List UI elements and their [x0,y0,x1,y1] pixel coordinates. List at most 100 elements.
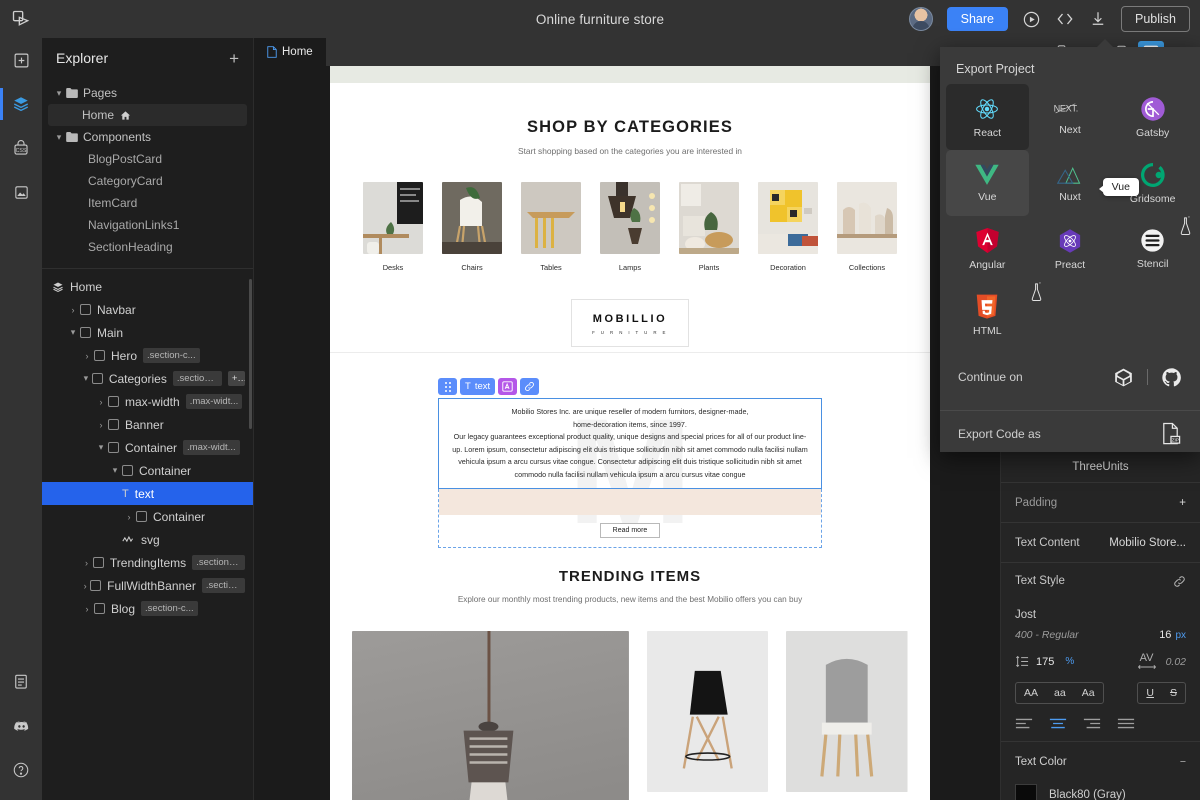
component-item[interactable]: BlogPostCard [42,148,253,170]
chevron-down-icon[interactable]: ▾ [108,465,122,476]
element-type-badge[interactable]: T text [460,378,496,395]
category-card[interactable]: Plants [679,182,739,272]
tree-group-components[interactable]: ▾ Components [42,126,253,148]
component-item[interactable]: NavigationLinks1 [42,214,253,236]
align-center-icon[interactable] [1049,718,1067,729]
layer-visibility-checkbox[interactable] [108,442,119,453]
chevron-right-icon[interactable]: › [80,351,94,361]
font-family-value[interactable]: Jost [1001,599,1200,623]
read-more-button[interactable]: Read more [599,522,661,538]
rail-item-assets[interactable] [0,170,42,214]
layer-node[interactable]: ▾ Container .max-widt... [42,436,253,459]
color-swatch[interactable] [1015,784,1037,800]
framework-angular[interactable]: Angular [946,216,1029,282]
layer-node[interactable]: › FullWidthBanner .section-c... [42,574,253,597]
rail-item-add-element[interactable] [0,38,42,82]
text-color-collapse-icon[interactable]: − [1180,756,1186,768]
layer-class-tag[interactable]: .section-c... [141,601,198,616]
text-style-icon[interactable] [498,378,518,395]
share-button[interactable]: Share [946,7,1008,31]
text-style-link-icon[interactable] [1173,575,1186,588]
framework-html[interactable]: HTML [946,282,1041,348]
framework-stencil[interactable]: Stencil [1111,216,1194,282]
play-circle-icon[interactable] [1022,10,1041,29]
link-icon[interactable] [520,378,540,395]
layer-class-tag[interactable]: .max-widt... [183,440,240,455]
layer-visibility-checkbox[interactable] [94,603,105,614]
layer-visibility-checkbox[interactable] [108,396,119,407]
chevron-right-icon[interactable]: › [80,604,94,614]
padding-add-icon[interactable]: + [1179,497,1186,509]
layer-class-tag[interactable]: .section-c... [172,371,222,386]
layer-node[interactable]: ▾ Container [42,459,253,482]
case-lowercase[interactable]: aa [1046,683,1074,703]
publish-button[interactable]: Publish [1121,6,1190,32]
layer-visibility-checkbox[interactable] [91,373,103,384]
layer-visibility-checkbox[interactable] [92,557,104,568]
line-height-value[interactable]: 175 [1036,656,1054,668]
layers-root[interactable]: Home [42,275,253,298]
align-justify-icon[interactable] [1117,718,1135,729]
component-item[interactable]: CategoryCard [42,170,253,192]
codesandbox-icon[interactable] [1113,367,1134,388]
rail-item-discord[interactable] [0,704,42,748]
layer-node[interactable]: › Hero .section-c... [42,344,253,367]
case-uppercase[interactable]: AA [1016,683,1046,703]
case-capitalize[interactable]: Aa [1074,683,1103,703]
trending-item-2[interactable] [786,631,908,800]
layer-visibility-checkbox[interactable] [80,327,91,338]
category-card[interactable]: Lamps [600,182,660,272]
font-weight-value[interactable]: 400 - Regular [1015,629,1079,641]
layer-class-tag[interactable]: .section-c... [192,555,245,570]
framework-preact[interactable]: Preact [1029,216,1112,282]
chevron-down-icon[interactable]: ▾ [80,373,92,384]
layer-node[interactable]: ▾ Categories .section-c... +1 [42,367,253,390]
framework-nuxt[interactable]: Vue Nuxt [1029,150,1139,216]
tab-home[interactable]: Home [254,38,326,66]
rail-item-help[interactable] [0,748,42,792]
rail-item-css-styles[interactable]: CSS [0,126,42,170]
tree-group-pages[interactable]: ▾ Pages [42,82,253,104]
chevron-right-icon[interactable]: › [80,558,93,568]
chevron-down-icon[interactable]: ▾ [52,88,66,99]
zip-file-icon[interactable]: ZIP [1159,422,1182,447]
framework-react[interactable]: React [946,84,1029,150]
layer-node[interactable]: › TrendingItems .section-c... [42,551,253,574]
code-brackets-icon[interactable] [1055,9,1075,29]
layers-scrollbar[interactable] [249,279,252,429]
drag-handle-icon[interactable] [438,378,457,395]
layer-node[interactable]: svg [42,528,253,551]
chevron-right-icon[interactable]: › [66,305,80,315]
component-item[interactable]: ItemCard [42,192,253,214]
layer-extra-classes-badge[interactable]: +1 [227,371,245,386]
selected-text-block[interactable]: Mobilio Stores Inc. are unique reseller … [438,398,822,489]
layer-visibility-checkbox[interactable] [136,511,147,522]
tree-page-home[interactable]: Home [48,104,247,126]
chevron-down-icon[interactable]: ▾ [66,327,80,338]
export-code-row[interactable]: Export Code as ZIP [940,411,1200,457]
trending-item-1[interactable] [646,631,769,800]
layer-node[interactable]: › Blog .section-c... [42,597,253,620]
chevron-down-icon[interactable]: ▾ [94,442,108,453]
category-card[interactable]: Chairs [442,182,502,272]
avatar[interactable] [908,7,933,31]
category-card[interactable]: Collections [837,182,897,272]
page-preview[interactable]: SHOP BY CATEGORIES Start shopping based … [330,66,930,800]
chevron-right-icon[interactable]: › [122,512,136,522]
layer-visibility-checkbox[interactable] [94,350,105,361]
explorer-add-icon[interactable]: + [229,50,239,67]
layer-node[interactable]: ▾ Main [42,321,253,344]
rail-item-layers[interactable] [0,82,42,126]
layer-node[interactable]: › Banner [42,413,253,436]
chevron-down-icon[interactable]: ▾ [52,132,66,143]
layer-visibility-checkbox[interactable] [90,580,102,591]
letter-spacing-value[interactable]: 0.02 [1166,656,1186,668]
framework-vue[interactable]: Vue [946,150,1029,216]
layer-visibility-checkbox[interactable] [108,419,119,430]
layer-class-tag[interactable]: .section-c... [143,348,200,363]
property-text-content[interactable]: Text Content Mobilio Store... [1001,523,1200,563]
layer-visibility-checkbox[interactable] [80,304,91,315]
rail-item-docs[interactable] [0,660,42,704]
layer-node[interactable]: › Navbar [42,298,253,321]
chevron-right-icon[interactable]: › [94,420,108,430]
